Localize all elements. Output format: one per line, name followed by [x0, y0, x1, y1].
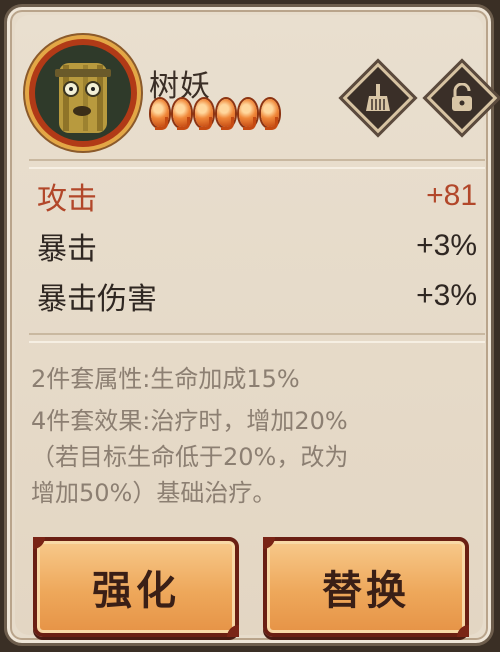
star-icon [151, 99, 169, 130]
replace-button[interactable]: 替换 [263, 537, 469, 637]
star-rating [151, 99, 279, 130]
stat-value: +3% [416, 229, 477, 262]
set-bonus-two-piece: 2件套属性:生命加成15% [31, 365, 300, 393]
stat-value: +3% [416, 279, 477, 312]
stat-row-attack: 攻击 +81 [37, 175, 477, 217]
stat-label: 攻击 [37, 182, 97, 217]
stat-label: 暴击 [37, 232, 97, 267]
set-bonus-four-piece-line2: （若目标生命低于20%，改为 [31, 443, 349, 471]
unlock-icon [452, 83, 472, 111]
star-icon [173, 99, 191, 130]
broom-icon [366, 84, 390, 111]
character-avatar[interactable] [29, 39, 137, 147]
stat-label: 暴击伤害 [37, 282, 157, 317]
stat-value: +81 [426, 179, 477, 212]
divider-bottom [29, 333, 485, 343]
stat-row-crit: 暴击 +3% [37, 225, 477, 267]
tree-spirit-portrait-icon [35, 45, 131, 141]
set-bonus-four-piece-line3: 增加50%）基础治疗。 [31, 479, 277, 507]
divider-top [29, 159, 485, 169]
star-icon [195, 99, 213, 130]
enhance-button[interactable]: 强化 [33, 537, 239, 637]
star-icon [239, 99, 257, 130]
stat-row-crit-damage: 暴击伤害 +3% [37, 275, 477, 317]
star-icon [261, 99, 279, 130]
set-bonus-four-piece-line1: 4件套效果:治疗时，增加20% [31, 407, 348, 435]
equipment-detail-panel: 树妖 攻击 +81 暴击 +3% 暴击伤害 +3% 2件套属性:生命加成15% … [4, 4, 498, 646]
star-icon [217, 99, 235, 130]
